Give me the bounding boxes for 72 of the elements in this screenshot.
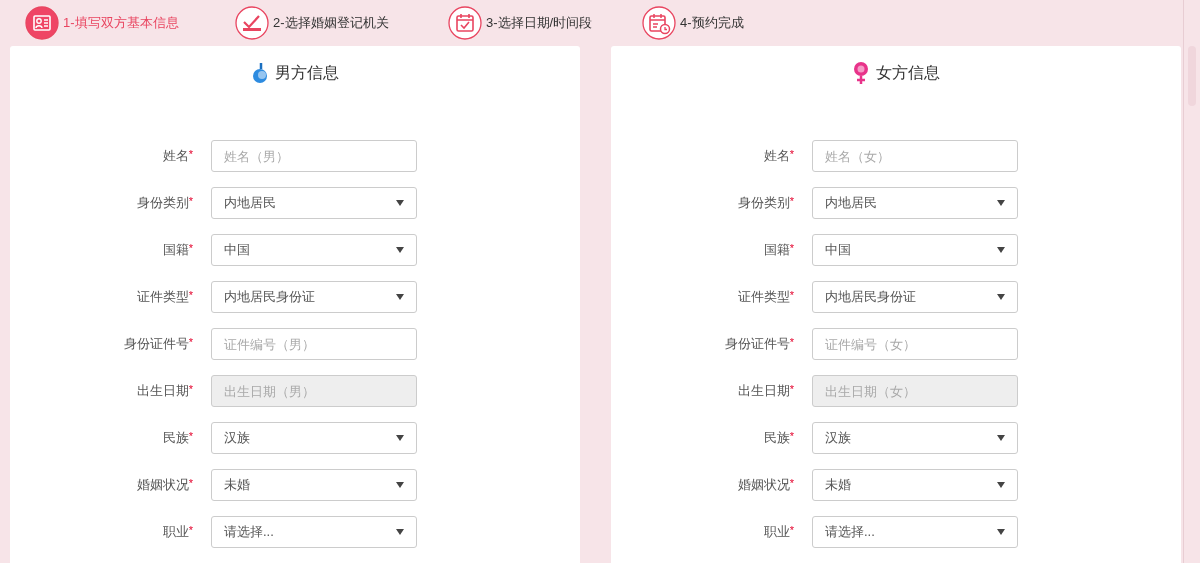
field-label: 职业 xyxy=(763,523,790,542)
required-mark: * xyxy=(188,476,193,490)
field-label: 姓名 xyxy=(763,147,790,166)
dropdown-caret-icon xyxy=(997,247,1005,253)
select-field[interactable]: 内地居民身份证 xyxy=(812,281,1018,313)
required-mark: * xyxy=(789,429,794,443)
field-label: 国籍 xyxy=(162,241,189,260)
select-field[interactable]: 请选择... xyxy=(211,516,417,548)
step-label: 4-预约完成 xyxy=(680,14,744,33)
field-label: 出生日期 xyxy=(136,382,189,401)
field-label: 职业 xyxy=(162,523,189,542)
card-title: 男方信息 xyxy=(275,63,339,83)
required-mark: * xyxy=(188,429,193,443)
step-label: 2-选择婚姻登记机关 xyxy=(273,14,389,33)
required-mark: * xyxy=(188,194,193,208)
select-field[interactable]: 内地居民 xyxy=(211,187,417,219)
dropdown-caret-icon xyxy=(396,247,404,253)
required-mark: * xyxy=(789,147,794,161)
required-mark: * xyxy=(188,147,193,161)
dropdown-caret-icon xyxy=(997,200,1005,206)
required-mark: * xyxy=(789,382,794,396)
dropdown-caret-icon xyxy=(396,294,404,300)
select-field[interactable]: 汉族 xyxy=(211,422,417,454)
female-icon xyxy=(852,61,870,85)
required-mark: * xyxy=(188,335,193,349)
male-icon xyxy=(251,62,269,84)
dropdown-caret-icon xyxy=(997,294,1005,300)
dropdown-caret-icon xyxy=(997,482,1005,488)
required-mark: * xyxy=(789,335,794,349)
select-field[interactable]: 请选择... xyxy=(812,516,1018,548)
required-mark: * xyxy=(188,382,193,396)
required-mark: * xyxy=(188,523,193,539)
field-label: 婚姻状况 xyxy=(737,476,790,495)
required-mark: * xyxy=(188,241,193,255)
select-field[interactable]: 未婚 xyxy=(812,469,1018,501)
field-label: 民族 xyxy=(763,429,790,448)
select-field[interactable]: 内地居民身份证 xyxy=(211,281,417,313)
field-label: 姓名 xyxy=(162,147,189,166)
select-field[interactable]: 未婚 xyxy=(211,469,417,501)
dropdown-caret-icon xyxy=(396,200,404,206)
select-field[interactable]: 中国 xyxy=(211,234,417,266)
input-field[interactable]: 姓名（男） xyxy=(211,140,417,172)
dropdown-caret-icon xyxy=(997,435,1005,441)
select-field[interactable]: 中国 xyxy=(812,234,1018,266)
input-field[interactable]: 姓名（女） xyxy=(812,140,1018,172)
input-field[interactable]: 证件编号（男） xyxy=(211,328,417,360)
field-label: 国籍 xyxy=(763,241,790,260)
dropdown-caret-icon xyxy=(997,529,1005,535)
field-label: 身份证件号 xyxy=(724,335,790,354)
dropdown-caret-icon xyxy=(396,529,404,535)
dropdown-caret-icon xyxy=(396,482,404,488)
select-field[interactable]: 内地居民 xyxy=(812,187,1018,219)
required-mark: * xyxy=(789,288,794,302)
field-label: 身份类别 xyxy=(136,194,189,213)
select-field[interactable]: 汉族 xyxy=(812,422,1018,454)
field-label: 婚姻状况 xyxy=(136,476,189,495)
required-mark: * xyxy=(188,288,193,302)
card-title: 女方信息 xyxy=(876,63,940,83)
required-mark: * xyxy=(789,523,794,539)
field-label: 出生日期 xyxy=(737,382,790,401)
dropdown-caret-icon xyxy=(396,435,404,441)
input-field[interactable]: 证件编号（女） xyxy=(812,328,1018,360)
field-label: 证件类型 xyxy=(136,288,189,307)
required-mark: * xyxy=(789,476,794,490)
field-label: 证件类型 xyxy=(737,288,790,307)
step-label: 1-填写双方基本信息 xyxy=(63,14,179,33)
field-label: 身份类别 xyxy=(737,194,790,213)
field-label: 身份证件号 xyxy=(123,335,189,354)
required-mark: * xyxy=(789,241,794,255)
step-label: 3-选择日期/时间段 xyxy=(486,14,593,33)
field-label: 民族 xyxy=(162,429,189,448)
required-mark: * xyxy=(789,194,794,208)
